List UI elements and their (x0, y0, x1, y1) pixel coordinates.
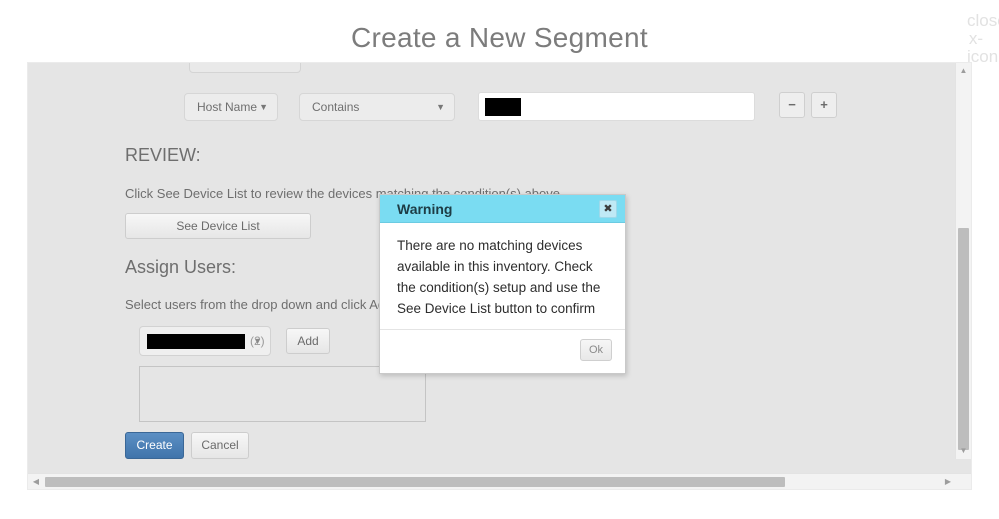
horizontal-scrollbar[interactable]: ◀ ▶ (28, 473, 971, 489)
add-condition-button[interactable]: + (811, 92, 837, 118)
create-segment-modal: close-x-icon Create a New Segment Host N… (0, 0, 999, 519)
vertical-scrollbar-thumb[interactable] (958, 228, 969, 450)
scrollbar-corner (957, 474, 971, 489)
cutoff-control-above (189, 63, 301, 73)
create-button[interactable]: Create (125, 432, 184, 459)
chevron-down-icon: ▼ (259, 102, 268, 112)
warning-dialog-title: Warning (397, 201, 453, 217)
operator-select-value: Contains (312, 100, 360, 114)
see-device-list-button[interactable]: See Device List (125, 213, 311, 239)
add-user-button[interactable]: Add (286, 328, 330, 354)
warning-dialog-footer: Ok (380, 329, 625, 373)
remove-condition-button[interactable]: − (779, 92, 805, 118)
review-heading: REVIEW: (125, 145, 201, 165)
ok-button[interactable]: Ok (580, 339, 612, 361)
user-dropdown[interactable]: (2) ▼ (139, 326, 271, 356)
triangle-down-icon[interactable]: ▼ (956, 443, 971, 459)
condition-value-input[interactable] (478, 92, 755, 121)
horizontal-scrollbar-thumb[interactable] (45, 477, 785, 487)
operator-select[interactable]: Contains ▼ (299, 93, 455, 121)
warning-dialog-message: There are no matching devices available … (397, 238, 601, 316)
assign-users-heading: Assign Users: (125, 257, 237, 277)
triangle-right-icon[interactable]: ▶ (940, 474, 956, 489)
assigned-users-list[interactable] (139, 366, 426, 422)
assign-users-description: Select users from the drop down and clic… (125, 297, 396, 312)
close-icon[interactable]: ✖ (599, 200, 617, 218)
triangle-up-icon[interactable]: ▲ (956, 63, 971, 79)
warning-dialog: Warning ✖ There are no matching devices … (379, 194, 626, 374)
attribute-select[interactable]: Host Name ▼ (184, 93, 278, 121)
warning-dialog-header: Warning ✖ (380, 195, 625, 223)
vertical-scrollbar[interactable]: ▲ ▼ (955, 63, 971, 459)
redacted-user-name (147, 334, 245, 349)
attribute-select-value: Host Name (197, 100, 258, 114)
redacted-value (485, 98, 521, 116)
triangle-left-icon[interactable]: ◀ (28, 474, 44, 489)
condition-row: Host Name ▼ Contains ▼ − + (28, 90, 908, 124)
chevron-down-icon: ▼ (436, 102, 445, 112)
chevron-down-icon: ▼ (253, 336, 262, 346)
page-title: Create a New Segment (350, 22, 649, 53)
cancel-button[interactable]: Cancel (191, 432, 249, 459)
